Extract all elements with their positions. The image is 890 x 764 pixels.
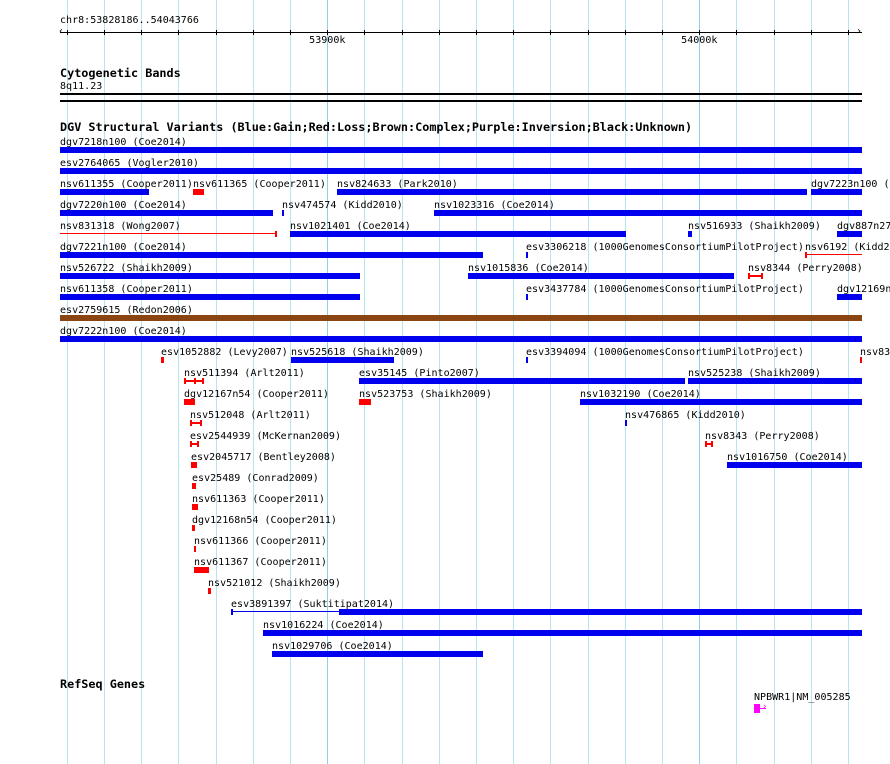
sv-mid-tick (194, 378, 196, 384)
gene-label[interactable]: NPBWR1|NM_005285 (754, 692, 851, 703)
sv-bar[interactable] (837, 294, 862, 300)
sv-bar[interactable] (837, 231, 862, 237)
sv-bar[interactable] (526, 294, 528, 300)
sv-label[interactable]: dgv12168n54 (Cooper2011) (192, 515, 337, 526)
sv-bar[interactable] (184, 399, 195, 405)
sv-bar[interactable] (60, 315, 862, 321)
sv-bar[interactable] (192, 483, 196, 489)
sv-end-tick (711, 441, 713, 447)
sv-bar[interactable] (60, 189, 149, 195)
sv-label[interactable]: nsv512048 (Arlt2011) (190, 410, 311, 421)
sv-label[interactable]: esv1052882 (Levy2007) (161, 347, 288, 358)
sv-label[interactable]: esv2544939 (McKernan2009) (190, 431, 341, 442)
sv-end-tick (705, 441, 707, 447)
sv-label[interactable]: nsv6192 (Kidd20 (805, 242, 890, 253)
sv-bar[interactable] (434, 210, 862, 216)
sv-bar[interactable] (208, 588, 211, 594)
sv-end-tick (184, 378, 186, 384)
sv-bar[interactable] (263, 630, 862, 636)
sv-label[interactable]: nsv516933 (Shaikh2009) (688, 221, 821, 232)
dgv-track: dgv7218n100 (Coe2014) esv2764065 (Vogler2… (0, 0, 890, 764)
sv-bar[interactable] (290, 231, 626, 237)
sv-bar[interactable] (192, 525, 195, 531)
sv-label[interactable]: nsv8344 (Perry2008) (748, 263, 863, 274)
sv-bar[interactable] (625, 420, 627, 426)
sv-bar[interactable] (688, 378, 862, 384)
sv-end-tick (275, 231, 277, 237)
sv-label[interactable]: esv3306218 (1000GenomesConsortiumPilotPr… (526, 242, 804, 253)
sv-end-tick (202, 378, 204, 384)
sv-label[interactable]: nsv831318 (Wong2007) (60, 221, 181, 232)
sv-end-tick (231, 609, 233, 615)
sv-label[interactable]: esv3437784 (1000GenomesConsortiumPilotPr… (526, 284, 804, 295)
sv-end-tick (190, 441, 192, 447)
sv-line[interactable] (805, 254, 862, 255)
sv-bar[interactable] (192, 504, 198, 510)
sv-bar[interactable] (526, 357, 528, 363)
sv-end-tick (805, 252, 807, 258)
sv-bar[interactable] (359, 399, 371, 405)
sv-bar[interactable] (359, 378, 685, 384)
sv-bar[interactable] (60, 168, 862, 174)
sv-end-tick (200, 420, 202, 426)
sv-bar[interactable] (60, 294, 360, 300)
sv-bar[interactable] (688, 231, 692, 237)
sv-end-tick (748, 273, 750, 279)
sv-end-tick (190, 420, 192, 426)
sv-label[interactable]: esv25489 (Conrad2009) (192, 473, 319, 484)
sv-label[interactable]: esv2045717 (Bentley2008) (191, 452, 336, 463)
sv-end-tick (197, 441, 199, 447)
sv-bar[interactable] (194, 567, 209, 573)
sv-bar[interactable] (811, 189, 862, 195)
sv-bar[interactable] (161, 357, 164, 363)
sv-label[interactable]: nsv611367 (Cooper2011) (194, 557, 327, 568)
sv-bar[interactable] (727, 462, 862, 468)
sv-bar[interactable] (339, 609, 862, 615)
sv-label[interactable]: nsv611366 (Cooper2011) (194, 536, 327, 547)
sv-line[interactable] (60, 233, 277, 234)
sv-bar[interactable] (194, 546, 196, 552)
sv-bar[interactable] (272, 651, 483, 657)
sv-bar[interactable] (580, 399, 862, 405)
sv-bar[interactable] (337, 189, 807, 195)
sv-bar[interactable] (60, 210, 273, 216)
sv-bar[interactable] (193, 189, 204, 195)
sv-bar[interactable] (60, 252, 483, 258)
sv-bar[interactable] (60, 336, 862, 342)
sv-bar[interactable] (468, 273, 734, 279)
sv-label[interactable]: nsv476865 (Kidd2010) (625, 410, 746, 421)
sv-label[interactable]: nsv474574 (Kidd2010) (282, 200, 403, 211)
sv-label[interactable]: dgv12167n54 (Cooper2011) (184, 389, 329, 400)
sv-line[interactable] (231, 611, 339, 612)
sv-label[interactable]: nsv611363 (Cooper2011) (192, 494, 325, 505)
sv-bar[interactable] (291, 357, 394, 363)
sv-label[interactable]: nsv521012 (Shaikh2009) (208, 578, 341, 589)
sv-bar[interactable] (191, 462, 197, 468)
sv-bar[interactable] (60, 147, 862, 153)
sv-bar[interactable] (282, 210, 284, 216)
strand-arrow-head-icon: › (762, 702, 768, 712)
sv-label[interactable]: nsv523753 (Shaikh2009) (359, 389, 492, 400)
sv-label[interactable]: nsv611365 (Cooper2011) (193, 179, 326, 190)
sv-label[interactable]: nsv83 (860, 347, 890, 358)
sv-label[interactable]: esv3394094 (1000GenomesConsortiumPilotPr… (526, 347, 804, 358)
sv-bar[interactable] (860, 357, 862, 363)
sv-bar[interactable] (526, 252, 528, 258)
sv-label[interactable]: nsv8343 (Perry2008) (705, 431, 820, 442)
sv-bar[interactable] (60, 273, 360, 279)
sv-end-tick (761, 273, 763, 279)
